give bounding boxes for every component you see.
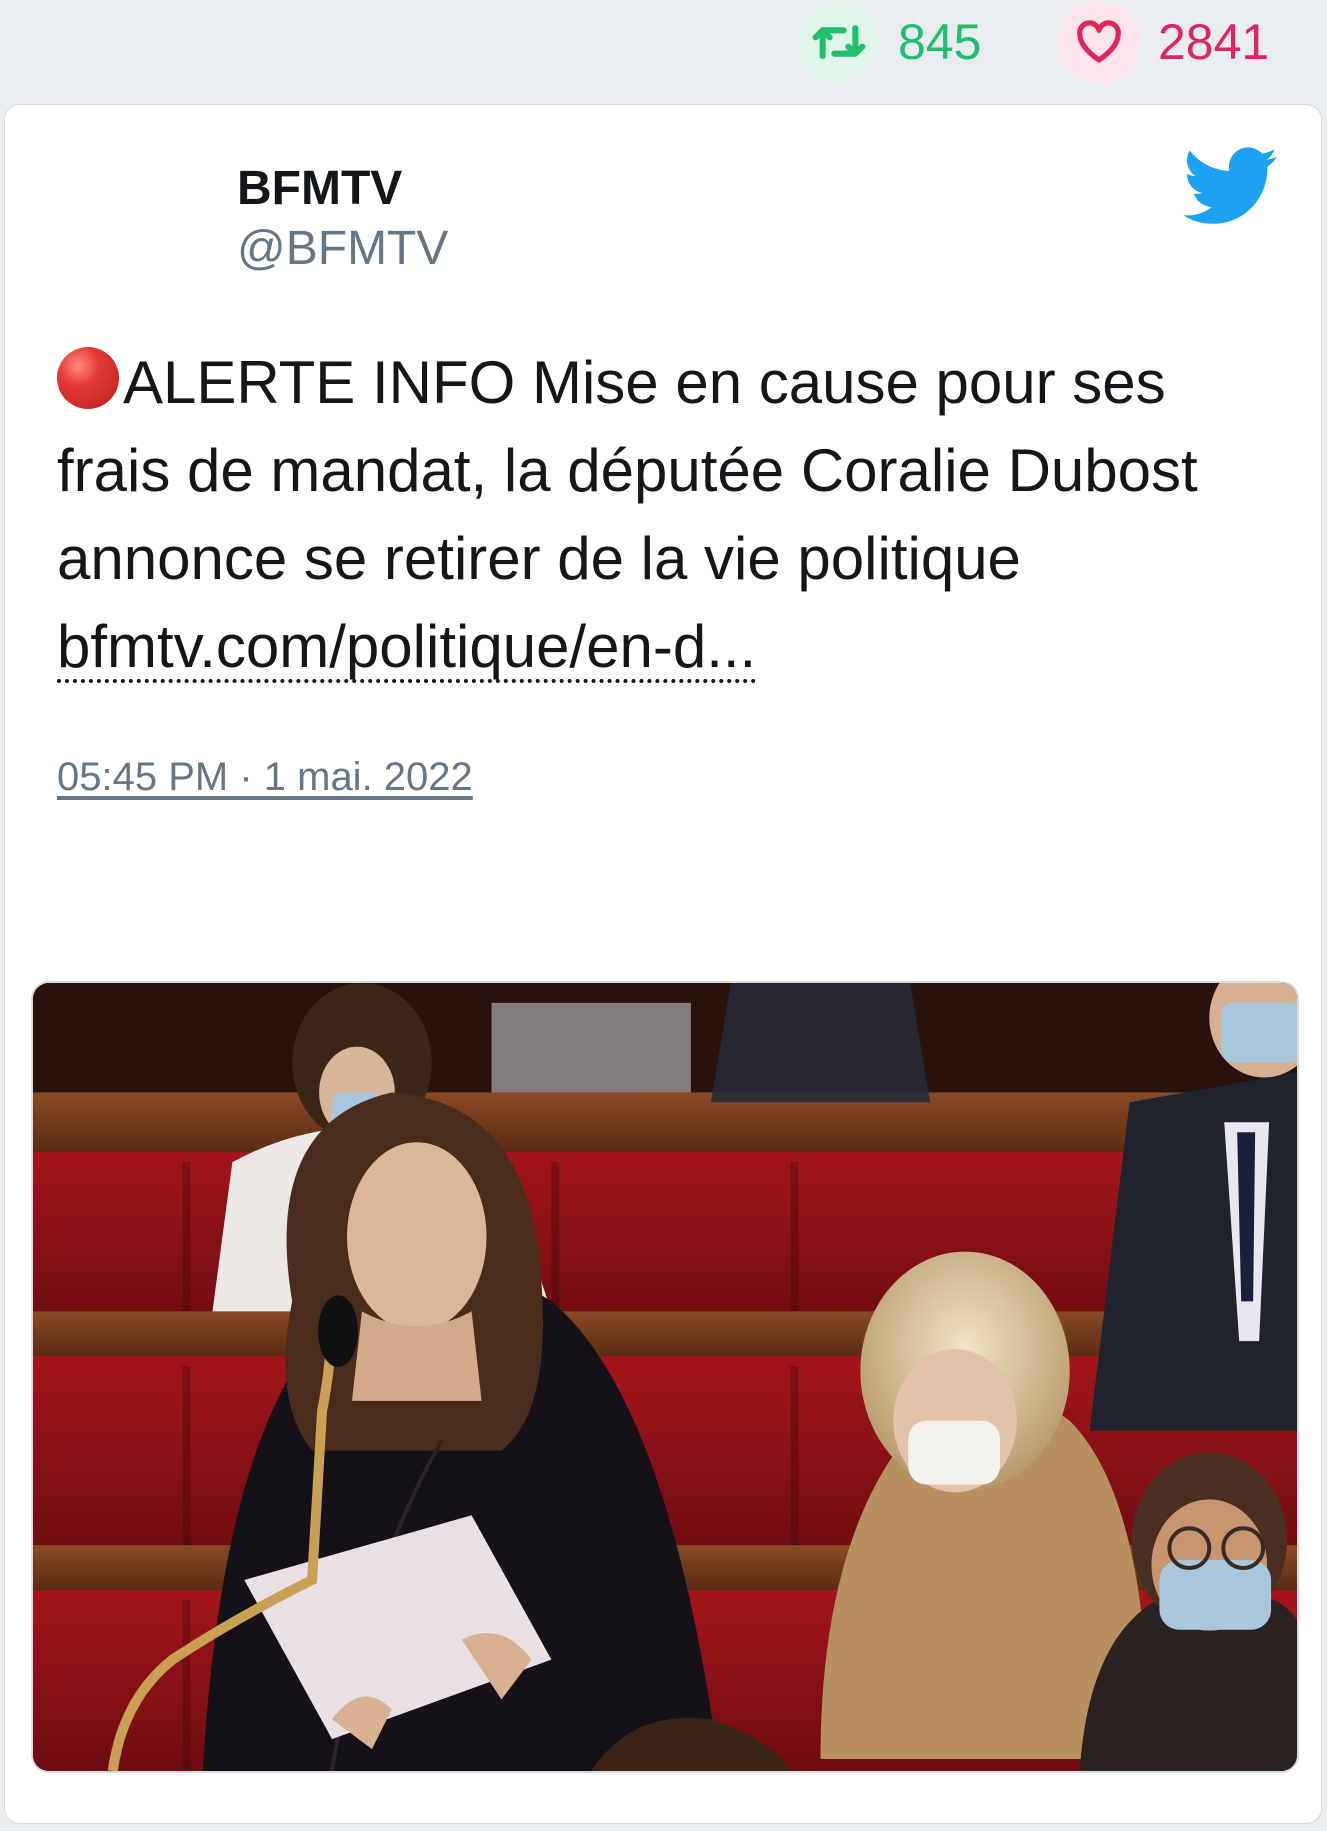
tweet-link[interactable]: bfmtv.com/politique/en-d... bbox=[57, 613, 756, 680]
tweet-text: ALERTE INFO Mise en cause pour ses frais… bbox=[57, 339, 1277, 691]
like-count-stat[interactable]: 2841 bbox=[1058, 0, 1269, 84]
red-circle-icon bbox=[57, 347, 119, 409]
tweet-body: ALERTE INFO Mise en cause pour ses frais… bbox=[57, 349, 1198, 592]
author-handle[interactable]: @BFMTV bbox=[237, 221, 448, 276]
retweet-count: 845 bbox=[898, 14, 982, 70]
author-name[interactable]: BFMTV bbox=[237, 161, 402, 216]
tweet-media-photo[interactable] bbox=[31, 981, 1299, 1773]
assembly-photo bbox=[33, 983, 1297, 1771]
tweet-card: BFMTV @BFMTV ALERTE INFO Mise en cause p… bbox=[4, 104, 1322, 1824]
engagement-stats-bar: 845 2841 bbox=[0, 0, 1327, 104]
retweet-count-stat[interactable]: 845 bbox=[798, 0, 981, 84]
retweet-icon[interactable] bbox=[798, 1, 880, 83]
like-count: 2841 bbox=[1158, 14, 1270, 70]
twitter-bird-icon[interactable] bbox=[1183, 147, 1279, 227]
heart-icon[interactable] bbox=[1058, 1, 1140, 83]
tweet-timestamp[interactable]: 05:45 PM · 1 mai. 2022 bbox=[57, 755, 473, 800]
